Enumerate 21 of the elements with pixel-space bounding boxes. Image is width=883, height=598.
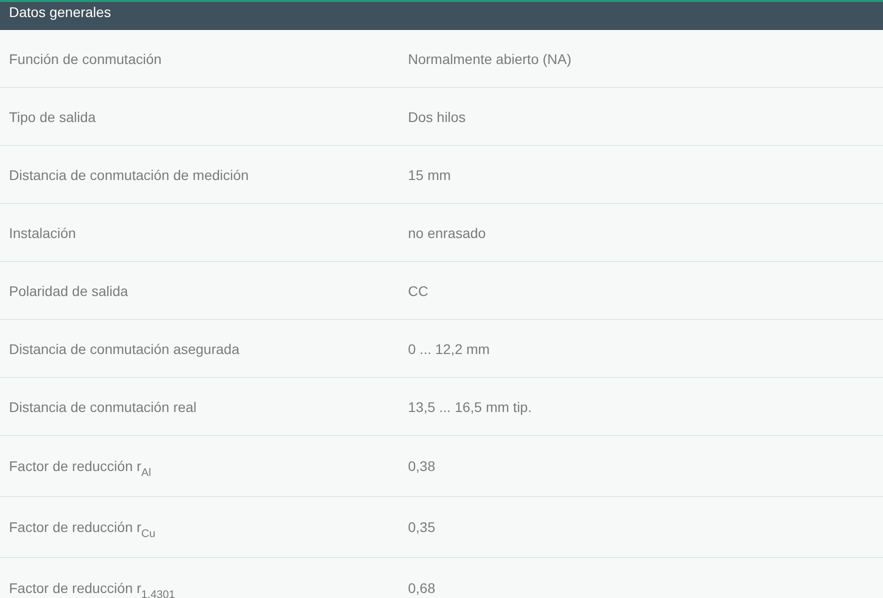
property-label: Distancia de conmutación asegurada (9, 340, 240, 356)
property-label: Distancia de conmutación real (9, 398, 198, 414)
property-label: Factor de reducción r$_{Al}$ (9, 458, 152, 474)
property-value: no enrasado (408, 224, 487, 240)
property-label: Polaridad de salida (9, 282, 130, 298)
property-value: 0,35 (408, 519, 436, 535)
property-label: Factor de reducción r$_{1.4301}$ (9, 580, 176, 596)
property-value: Dos hilos (408, 108, 467, 124)
property-value: Normalmente abierto (NA) (408, 50, 572, 66)
property-value: 0,38 (408, 458, 436, 474)
property-value: 0 ... 12,2 mm (408, 340, 491, 356)
property-label: Tipo de salida (9, 108, 97, 124)
property-label: Instalación (9, 224, 77, 240)
section-title: Datos generales (9, 3, 111, 22)
property-value: 13,5 ... 16,5 mm tip. (408, 398, 533, 414)
property-label: Función de conmutación (9, 50, 163, 66)
property-value: 0,68 (408, 580, 436, 596)
property-label: Factor de reducción r$_{Cu}$ (9, 519, 156, 535)
property-value: CC (408, 282, 430, 298)
property-value: 15 mm (408, 166, 452, 182)
property-label: Distancia de conmutación de medición (9, 166, 250, 182)
